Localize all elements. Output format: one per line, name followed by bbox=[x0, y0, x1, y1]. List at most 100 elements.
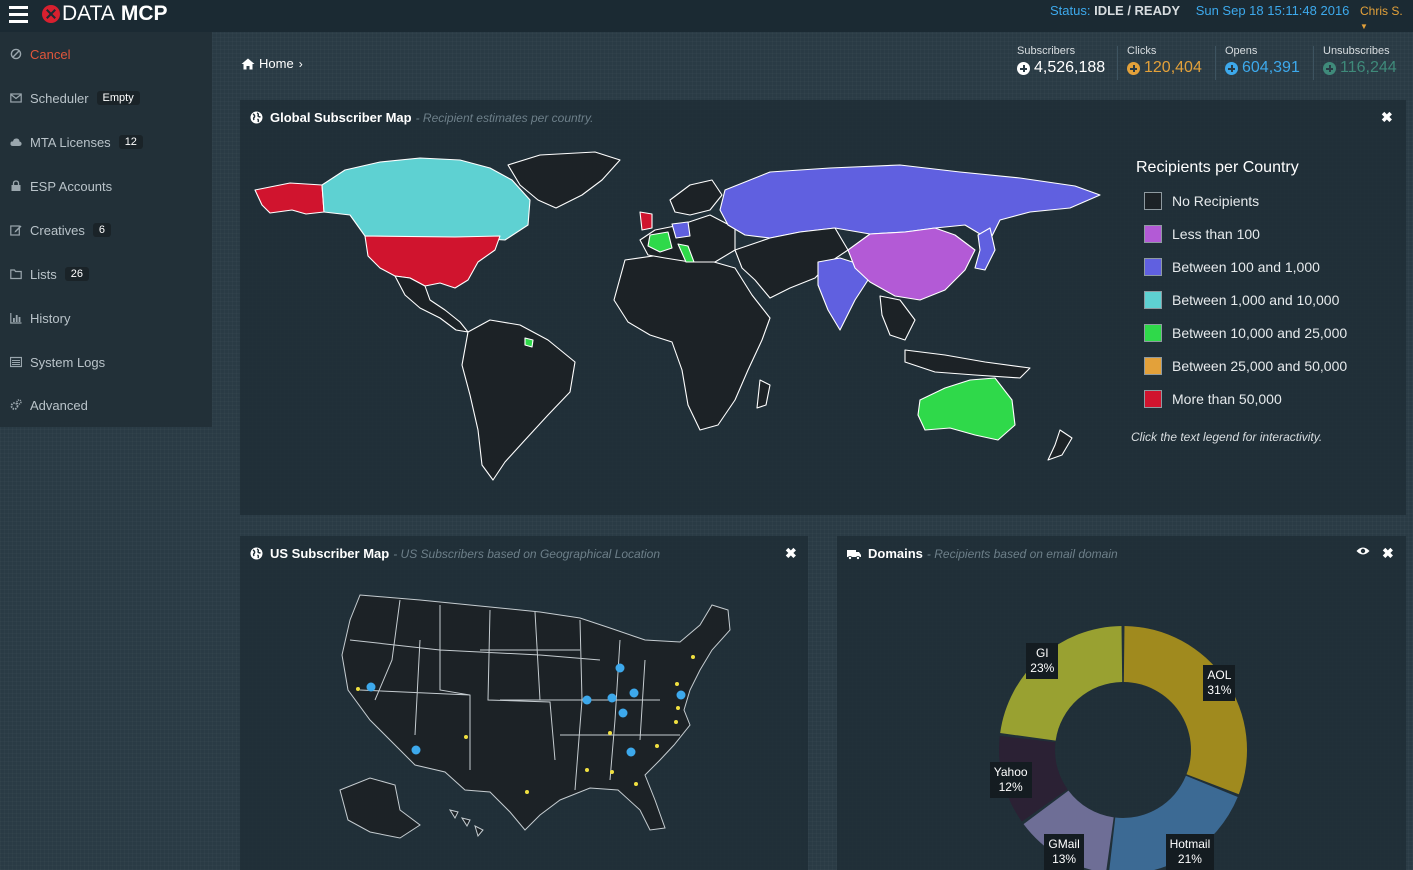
legend-item-no-recipients[interactable]: No Recipients bbox=[1144, 190, 1259, 212]
user-name: Chris S. bbox=[1360, 4, 1403, 18]
legend-label: Between 10,000 and 25,000 bbox=[1172, 325, 1348, 341]
close-icon[interactable]: ✖ bbox=[1382, 545, 1394, 562]
country-china bbox=[847, 227, 976, 301]
legend-title: Recipients per Country bbox=[1136, 159, 1299, 176]
sidebar-item-mta-licenses[interactable]: MTA Licenses 12 bbox=[10, 130, 143, 154]
home-icon bbox=[241, 58, 255, 69]
sidebar-item-scheduler[interactable]: Scheduler Empty bbox=[10, 86, 140, 110]
country-french-guiana bbox=[524, 337, 534, 348]
sidebar-item-cancel[interactable]: Cancel bbox=[10, 42, 70, 66]
sidebar-item-advanced[interactable]: Advanced bbox=[10, 393, 88, 417]
country-usa bbox=[364, 235, 501, 289]
lists-badge: 26 bbox=[64, 267, 89, 281]
creatives-badge: 6 bbox=[92, 223, 112, 237]
legend-swatch bbox=[1144, 324, 1162, 342]
sidebar-item-label: ESP Accounts bbox=[30, 178, 113, 194]
legend-label: Less than 100 bbox=[1172, 226, 1260, 242]
mta-licenses-badge: 12 bbox=[118, 135, 143, 149]
legend-item-1000-10000[interactable]: Between 1,000 and 10,000 bbox=[1144, 289, 1339, 311]
panel-subtitle: - US Subscribers based on Geographical L… bbox=[393, 546, 661, 561]
sidebar-item-system-logs[interactable]: System Logs bbox=[10, 350, 105, 374]
scheduler-badge: Empty bbox=[96, 91, 140, 105]
us-dot-blue bbox=[676, 690, 686, 700]
country-se-asia bbox=[879, 295, 916, 341]
us-map[interactable] bbox=[335, 585, 735, 845]
legend-item-100-1000[interactable]: Between 100 and 1,000 bbox=[1144, 256, 1320, 278]
globe-icon bbox=[250, 111, 263, 124]
sidebar-item-creatives[interactable]: Creatives 6 bbox=[10, 218, 112, 242]
donut-label-name: Yahoo bbox=[993, 764, 1028, 779]
caret-down-icon: ▼ bbox=[1360, 22, 1368, 31]
country-russia bbox=[719, 164, 1101, 241]
sidebar-item-label: Advanced bbox=[30, 397, 88, 413]
stat-clicks: Clicks 120,404 bbox=[1127, 45, 1202, 77]
country-australia bbox=[917, 377, 1016, 441]
donut-label-value: 12% bbox=[998, 779, 1023, 794]
panel-header: US Subscriber Map - US Subscribers based… bbox=[250, 546, 660, 561]
sidebar-item-label: Creatives bbox=[30, 222, 85, 238]
stat-label: Unsubscribes bbox=[1323, 45, 1390, 57]
donut-slice-gi[interactable] bbox=[1000, 626, 1123, 741]
us-dot-yellow bbox=[634, 782, 638, 786]
sidebar-item-lists[interactable]: Lists 26 bbox=[10, 262, 89, 286]
us-dot-yellow bbox=[674, 720, 678, 724]
us-dot-yellow bbox=[655, 744, 659, 748]
plus-circle-icon bbox=[1323, 61, 1336, 75]
sidebar-item-label: MTA Licenses bbox=[30, 134, 111, 150]
us-dot-blue bbox=[411, 745, 421, 755]
world-map[interactable] bbox=[245, 150, 1115, 485]
legend-label: More than 50,000 bbox=[1172, 391, 1282, 407]
country-scandinavia bbox=[669, 179, 723, 216]
legend-item-less-than-100[interactable]: Less than 100 bbox=[1144, 223, 1260, 245]
sidebar-item-history[interactable]: History bbox=[10, 306, 70, 330]
legend-label: Between 1,000 and 10,000 bbox=[1172, 292, 1340, 308]
donut-label-name: GMail bbox=[1048, 837, 1080, 852]
us-dot-yellow bbox=[691, 655, 695, 659]
country-new-zealand bbox=[1047, 429, 1073, 461]
donut-label-gmail: GMail 13% bbox=[1044, 834, 1084, 870]
legend-swatch bbox=[1144, 192, 1162, 210]
stat-label: Subscribers bbox=[1017, 45, 1076, 57]
close-icon[interactable]: ✖ bbox=[785, 545, 797, 562]
stat-value: 604,391 bbox=[1242, 59, 1300, 76]
legend-item-10000-25000[interactable]: Between 10,000 and 25,000 bbox=[1144, 322, 1347, 344]
panel-header: Domains - Recipients based on email doma… bbox=[847, 546, 1118, 561]
panel-title: Domains bbox=[868, 546, 923, 561]
donut-label-name: Hotmail bbox=[1169, 837, 1211, 852]
donut-label-value: 21% bbox=[1177, 852, 1202, 867]
stat-opens: Opens 604,391 bbox=[1225, 45, 1300, 77]
us-dot-blue bbox=[607, 693, 617, 703]
user-menu[interactable]: Chris S. ▼ bbox=[1360, 4, 1413, 32]
country-africa bbox=[613, 254, 771, 431]
donut-label-value: 23% bbox=[1030, 660, 1055, 675]
stat-unsubscribes: Unsubscribes 116,244 bbox=[1323, 45, 1397, 77]
donut-label-value: 31% bbox=[1207, 683, 1232, 698]
bar-chart-icon bbox=[10, 313, 22, 324]
sidebar-item-esp-accounts[interactable]: ESP Accounts bbox=[10, 174, 112, 198]
app-logo[interactable]: DATA MCP bbox=[42, 1, 168, 27]
divider bbox=[1215, 46, 1216, 80]
brand-light: DATA bbox=[62, 2, 115, 25]
globe-icon bbox=[250, 547, 263, 560]
sidebar-item-label: Lists bbox=[30, 266, 57, 282]
donut-label-gi: GI 23% bbox=[1026, 642, 1059, 679]
cogs-icon bbox=[10, 399, 22, 410]
donut-slice-aol[interactable] bbox=[1123, 626, 1247, 795]
stat-value: 4,526,188 bbox=[1034, 59, 1106, 76]
legend-item-more-than-50000[interactable]: More than 50,000 bbox=[1144, 388, 1282, 410]
breadcrumb[interactable]: Home › bbox=[241, 56, 303, 71]
top-bar: DATA MCP Status: IDLE / READY Sun Sep 18 … bbox=[0, 0, 1413, 32]
menu-icon[interactable] bbox=[9, 6, 28, 24]
country-uk bbox=[639, 211, 653, 231]
stat-label: Clicks bbox=[1127, 45, 1157, 57]
legend-item-25000-50000[interactable]: Between 25,000 and 50,000 bbox=[1144, 355, 1347, 377]
us-dot-blue bbox=[629, 688, 639, 698]
legend-swatch bbox=[1144, 291, 1162, 309]
ban-icon bbox=[10, 48, 22, 60]
eye-icon[interactable] bbox=[1356, 546, 1370, 556]
divider bbox=[1313, 46, 1314, 80]
sidebar-item-label: Cancel bbox=[30, 46, 71, 62]
folder-icon bbox=[10, 269, 22, 280]
close-icon[interactable]: ✖ bbox=[1381, 109, 1393, 126]
sidebar-item-label: History bbox=[30, 310, 71, 326]
